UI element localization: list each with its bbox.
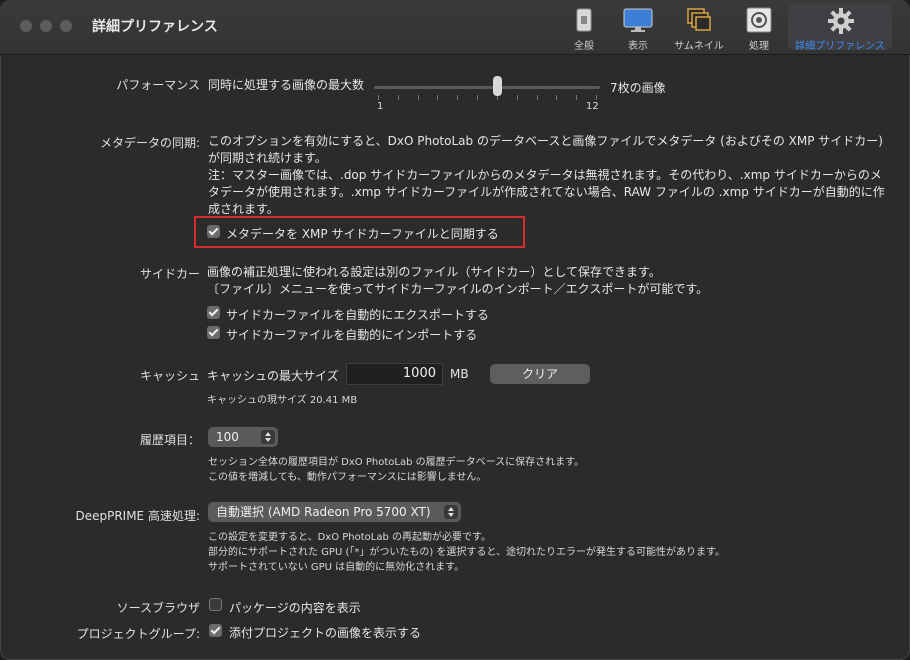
slider-tick xyxy=(516,95,518,100)
stepper-arrows-icon[interactable] xyxy=(261,430,275,444)
minimize-window-button[interactable] xyxy=(40,20,52,32)
package-contents-label[interactable]: パッケージの内容を表示 xyxy=(229,599,361,616)
deepprime-value: 自動選択 (AMD Radeon Pro 5700 XT) xyxy=(216,505,431,519)
sidecar-label: サイドカー xyxy=(139,267,200,281)
tab-general[interactable]: 全般 xyxy=(562,4,606,52)
slider-tick xyxy=(417,95,419,100)
slider-tick xyxy=(437,95,439,100)
sidecar-import-checkbox[interactable] xyxy=(207,326,220,339)
attached-projects-checkbox[interactable] xyxy=(209,624,222,637)
slider-tick xyxy=(378,95,379,100)
tab-advanced-preferences[interactable]: 詳細プリファレンス xyxy=(788,4,892,52)
slider-tick xyxy=(536,95,538,100)
metadata-sync-checkbox[interactable] xyxy=(207,225,220,238)
performance-label: パフォーマンス xyxy=(116,78,200,92)
performance-description: 同時に処理する画像の最大数 xyxy=(208,78,365,92)
tab-processing[interactable]: 処理 xyxy=(738,4,780,52)
slider-tick xyxy=(576,95,578,100)
title-bar: 詳細プリファレンス 全般 表示 サムネイル 処理 詳細プリファレンス xyxy=(0,0,910,55)
slider-min-label: 1 xyxy=(377,101,384,112)
thumbnail-icon xyxy=(686,7,712,33)
slider-tick xyxy=(397,95,399,100)
general-icon xyxy=(571,7,597,33)
clear-cache-button[interactable]: クリア xyxy=(490,364,590,384)
slider-tick xyxy=(556,95,558,100)
deepprime-label: DeepPRIME 高速処理: xyxy=(75,509,200,523)
slider-tick xyxy=(457,95,459,100)
slider-tick xyxy=(477,95,479,100)
history-stepper[interactable]: 100 xyxy=(208,427,278,447)
performance-value: 7枚の画像 xyxy=(610,81,666,95)
sidecar-import-label[interactable]: サイドカーファイルを自動的にインポートする xyxy=(226,326,477,343)
history-label: 履歴項目： xyxy=(139,433,200,447)
popup-arrows-icon xyxy=(444,505,458,519)
performance-slider-knob[interactable] xyxy=(493,76,502,96)
display-icon xyxy=(623,7,653,33)
deepprime-select[interactable]: 自動選択 (AMD Radeon Pro 5700 XT) xyxy=(208,502,461,522)
cache-size-input[interactable]: 1000 xyxy=(346,363,443,385)
metadata-sync-label: メタデータの同期: xyxy=(99,136,200,150)
history-description: セッション全体の履歴項目が DxO PhotoLab の履歴データベースに保存さ… xyxy=(208,457,585,483)
preferences-window: 詳細プリファレンス 全般 表示 サムネイル 処理 詳細プリファレンス パフォーマ… xyxy=(0,0,910,660)
sidecar-description: 画像の補正処理に使われる設定は別のファイル（サイドカー）として保存できます。 〔… xyxy=(207,265,709,296)
project-group-label: プロジェクトグループ: xyxy=(76,627,200,641)
sidecar-export-label[interactable]: サイドカーファイルを自動的にエクスポートする xyxy=(226,306,489,323)
gear-icon xyxy=(827,7,854,34)
processing-icon xyxy=(746,7,772,33)
slider-max-label: 12 xyxy=(586,101,599,112)
tab-display[interactable]: 表示 xyxy=(616,4,660,52)
slider-tick xyxy=(596,95,597,100)
package-contents-checkbox[interactable] xyxy=(209,598,222,611)
cache-unit: MB xyxy=(450,367,469,381)
source-browser-label: ソースブラウザ xyxy=(116,601,200,615)
close-window-button[interactable] xyxy=(20,20,32,32)
window-title: 詳細プリファレンス xyxy=(92,19,218,35)
zoom-window-button[interactable] xyxy=(60,20,72,32)
performance-slider-track[interactable] xyxy=(374,86,600,89)
metadata-sync-checkbox-label[interactable]: メタデータを XMP サイドカーファイルと同期する xyxy=(226,225,499,242)
cache-max-size-label: キャッシュの最大サイズ xyxy=(207,369,339,383)
sidecar-export-checkbox[interactable] xyxy=(207,306,220,319)
deepprime-description: この設定を変更すると、DxO PhotoLab の再起動が必要です。 部分的にサ… xyxy=(208,532,726,573)
metadata-sync-description: このオプションを有効にすると、DxO PhotoLab のデータベースと画像ファ… xyxy=(208,134,885,216)
history-value: 100 xyxy=(216,430,239,444)
cache-current-size: キャッシュの現サイズ 20.41 MB xyxy=(207,395,358,406)
attached-projects-label[interactable]: 添付プロジェクトの画像を表示する xyxy=(229,624,421,641)
tab-thumbnail[interactable]: サムネイル xyxy=(668,4,730,52)
cache-label: キャッシュ xyxy=(139,369,200,383)
